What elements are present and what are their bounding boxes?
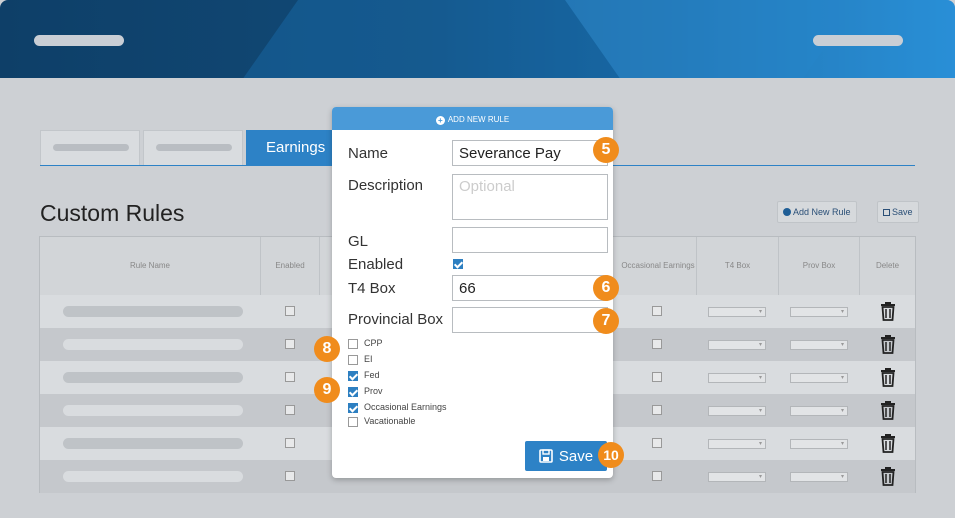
- option-checkbox-fed[interactable]: [348, 371, 358, 381]
- rule-name-placeholder: [63, 438, 243, 449]
- step-badge: 6: [593, 275, 619, 301]
- enabled-checkbox[interactable]: [285, 339, 295, 349]
- occasional-checkbox[interactable]: [652, 339, 662, 349]
- option-checkbox-ei[interactable]: [348, 355, 358, 365]
- modal-title: ADD NEW RULE: [447, 115, 510, 124]
- t4-box-input[interactable]: [452, 275, 608, 301]
- description-textarea[interactable]: [452, 174, 608, 220]
- enabled-checkbox[interactable]: [285, 306, 295, 316]
- gl-input[interactable]: [452, 227, 608, 253]
- t4-box-select[interactable]: ▾: [708, 439, 766, 449]
- prov-box-select[interactable]: ▾: [790, 472, 848, 482]
- t4-box-select[interactable]: ▾: [708, 307, 766, 317]
- name-label: Name: [348, 145, 389, 162]
- trash-icon[interactable]: [878, 301, 898, 321]
- option-label: Fed: [364, 370, 380, 380]
- tab-placeholder-1[interactable]: [40, 130, 140, 166]
- tab-placeholder-2[interactable]: [143, 130, 243, 166]
- save-rules-label: Save: [892, 207, 913, 217]
- step-badge: 7: [593, 308, 619, 334]
- option-label: Vacationable: [364, 416, 416, 426]
- enabled-checkbox[interactable]: [453, 259, 463, 269]
- header-delete: Delete: [875, 261, 900, 270]
- modal-header: + ADD NEW RULE: [332, 107, 613, 130]
- option-label: Prov: [364, 386, 383, 396]
- trash-icon[interactable]: [878, 433, 898, 453]
- name-input[interactable]: [452, 140, 608, 166]
- modal-save-label: Save: [558, 447, 594, 465]
- enabled-checkbox[interactable]: [285, 405, 295, 415]
- header-rule-name: Rule Name: [40, 237, 261, 295]
- t4-box-select[interactable]: ▾: [708, 340, 766, 350]
- step-badge: 9: [314, 377, 340, 403]
- t4-box-select[interactable]: ▾: [708, 406, 766, 416]
- trash-icon[interactable]: [878, 334, 898, 354]
- header-banner: [0, 0, 955, 78]
- plus-circle-icon: +: [435, 116, 445, 125]
- rule-name-placeholder: [63, 372, 243, 383]
- t4-box-label: T4 Box: [348, 280, 396, 297]
- tab-earnings[interactable]: Earnings: [246, 130, 336, 166]
- page-title: Custom Rules: [40, 200, 185, 226]
- option-label: EI: [364, 354, 373, 364]
- prov-box-select[interactable]: ▾: [790, 439, 848, 449]
- header-t4-box: T4 Box: [697, 237, 779, 295]
- enabled-checkbox[interactable]: [285, 471, 295, 481]
- occasional-checkbox[interactable]: [652, 471, 662, 481]
- enabled-checkbox[interactable]: [285, 438, 295, 448]
- description-label: Description: [348, 177, 424, 194]
- header-enabled: Enabled: [261, 237, 320, 295]
- provincial-box-input[interactable]: [452, 307, 608, 333]
- header-user-placeholder[interactable]: [813, 35, 903, 46]
- add-new-rule-button[interactable]: Add New Rule: [777, 201, 857, 223]
- prov-box-select[interactable]: ▾: [790, 406, 848, 416]
- option-checkbox-cpp[interactable]: [348, 339, 358, 349]
- header-logo-placeholder: [34, 35, 124, 46]
- rule-name-placeholder: [63, 471, 243, 482]
- option-label: Occasional Earnings: [364, 402, 447, 412]
- header-prov-box: Prov Box: [779, 237, 860, 295]
- step-badge: 8: [314, 336, 340, 362]
- enabled-checkbox[interactable]: [285, 372, 295, 382]
- t4-box-select[interactable]: ▾: [708, 373, 766, 383]
- rule-name-placeholder: [63, 339, 243, 350]
- add-new-rule-label: Add New Rule: [793, 207, 851, 217]
- trash-icon[interactable]: [878, 367, 898, 387]
- option-checkbox-occasional-earnings[interactable]: [348, 403, 358, 413]
- enabled-label: Enabled: [348, 256, 404, 273]
- occasional-checkbox[interactable]: [652, 306, 662, 316]
- modal-save-button[interactable]: Save: [525, 441, 607, 471]
- occasional-checkbox[interactable]: [652, 438, 662, 448]
- step-badge: 10: [598, 442, 624, 468]
- option-label: CPP: [364, 338, 383, 348]
- option-checkbox-vacationable[interactable]: [348, 417, 358, 427]
- provincial-box-label: Provincial Box: [348, 311, 444, 328]
- save-rules-button[interactable]: Save: [877, 201, 919, 223]
- add-rule-modal: +ADD NEW RULE Name Description GL Enable…: [332, 107, 613, 478]
- step-badge: 5: [593, 137, 619, 163]
- save-icon: [883, 209, 890, 216]
- occasional-checkbox[interactable]: [652, 372, 662, 382]
- add-icon: [783, 208, 791, 216]
- t4-box-select[interactable]: ▾: [708, 472, 766, 482]
- prov-box-select[interactable]: ▾: [790, 340, 848, 350]
- gl-label: GL: [348, 233, 369, 250]
- occasional-checkbox[interactable]: [652, 405, 662, 415]
- prov-box-select[interactable]: ▾: [790, 307, 848, 317]
- option-checkbox-prov[interactable]: [348, 387, 358, 397]
- prov-box-select[interactable]: ▾: [790, 373, 848, 383]
- rule-name-placeholder: [63, 306, 243, 317]
- floppy-disk-icon: [539, 449, 553, 463]
- trash-icon[interactable]: [878, 400, 898, 420]
- rule-name-placeholder: [63, 405, 243, 416]
- header-occasional-earnings: Occasional Earnings: [620, 237, 697, 295]
- trash-icon[interactable]: [878, 466, 898, 486]
